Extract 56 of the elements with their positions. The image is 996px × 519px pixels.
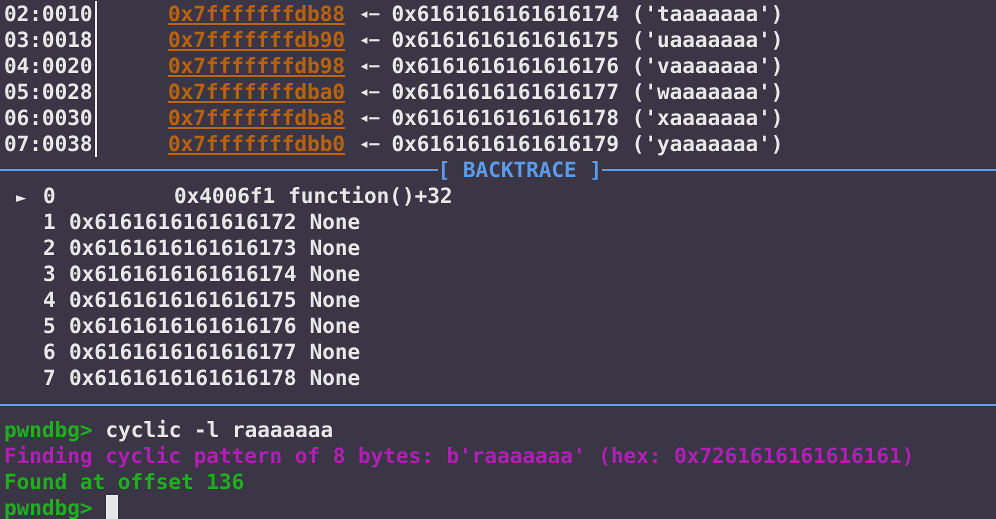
pointer-arrow: ◂— [359,3,380,26]
frame-symbol: None [310,261,360,287]
frame-marker: ► [16,188,26,208]
shell-prompt: pwndbg> [4,417,93,443]
frame-address: 0x6161616161616172 [69,209,297,235]
frame-address: 0x4006f1 [174,183,276,209]
frame-index: 0 [43,183,57,209]
frame-symbol: None [310,313,360,339]
shell-prompt: pwndbg> [4,495,93,519]
frame-symbol: function()+32 [288,183,453,209]
output-line: Finding cyclic pattern of 8 bytes: b'raaaaaaa' (hex: 0x7261616161616161) [4,443,914,469]
stack-value: 0x6161616161616175 ('uaaaaaaa') [392,27,784,53]
frame-index: 5 [43,313,57,339]
stack-address: 0x7fffffffdba0 [168,79,346,105]
stack-offset: 04:0020 [4,53,94,79]
frame-symbol: None [310,235,360,261]
frame-symbol: None [310,365,360,391]
stack-value: 0x6161616161616177 ('waaaaaaa') [392,79,784,105]
frame-address: 0x6161616161616177 [69,339,297,365]
section-title: [ BACKTRACE ] [438,157,602,183]
text-cursor [106,495,118,519]
pointer-arrow: ◂— [359,107,380,130]
frame-address: 0x6161616161616175 [69,287,297,313]
pointer-arrow: ◂— [359,81,380,104]
stack-offset: 02:0010 [4,1,94,27]
frame-index: 6 [43,339,57,365]
stack-address: 0x7fffffffdba8 [168,105,346,131]
stack-offset: 05:0028 [4,79,94,105]
stack-value: 0x6161616161616174 ('taaaaaaa') [392,1,784,27]
stack-address: 0x7fffffffdbb0 [168,131,346,157]
stack-offset: 06:0030 [4,105,94,131]
frame-index: 1 [43,209,57,235]
stack-value: 0x6161616161616178 ('xaaaaaaa') [392,105,784,131]
frame-symbol: None [310,209,360,235]
frame-address: 0x6161616161616173 [69,235,297,261]
frame-address: 0x6161616161616176 [69,313,297,339]
command-text: cyclic -l raaaaaaa [106,417,334,443]
frame-index: 7 [43,365,57,391]
output-line: Found at offset 136 [4,469,244,495]
stack-offset: 03:0018 [4,27,94,53]
frame-address: 0x6161616161616178 [69,365,297,391]
pointer-arrow: ◂— [359,133,380,156]
stack-offset: 07:0038 [4,131,94,157]
stack-value: 0x6161616161616179 ('yaaaaaaa') [392,131,784,157]
stack-address: 0x7fffffffdb88 [168,1,346,27]
stack-address: 0x7fffffffdb98 [168,53,346,79]
pointer-arrow: ◂— [359,55,380,78]
stack-address: 0x7fffffffdb90 [168,27,346,53]
frame-symbol: None [310,339,360,365]
frame-address: 0x6161616161616174 [69,261,297,287]
stack-value: 0x6161616161616176 ('vaaaaaaa') [392,53,784,79]
frame-index: 3 [43,261,57,287]
frame-symbol: None [310,287,360,313]
frame-index: 2 [43,235,57,261]
pointer-arrow: ◂— [359,29,380,52]
frame-index: 4 [43,287,57,313]
